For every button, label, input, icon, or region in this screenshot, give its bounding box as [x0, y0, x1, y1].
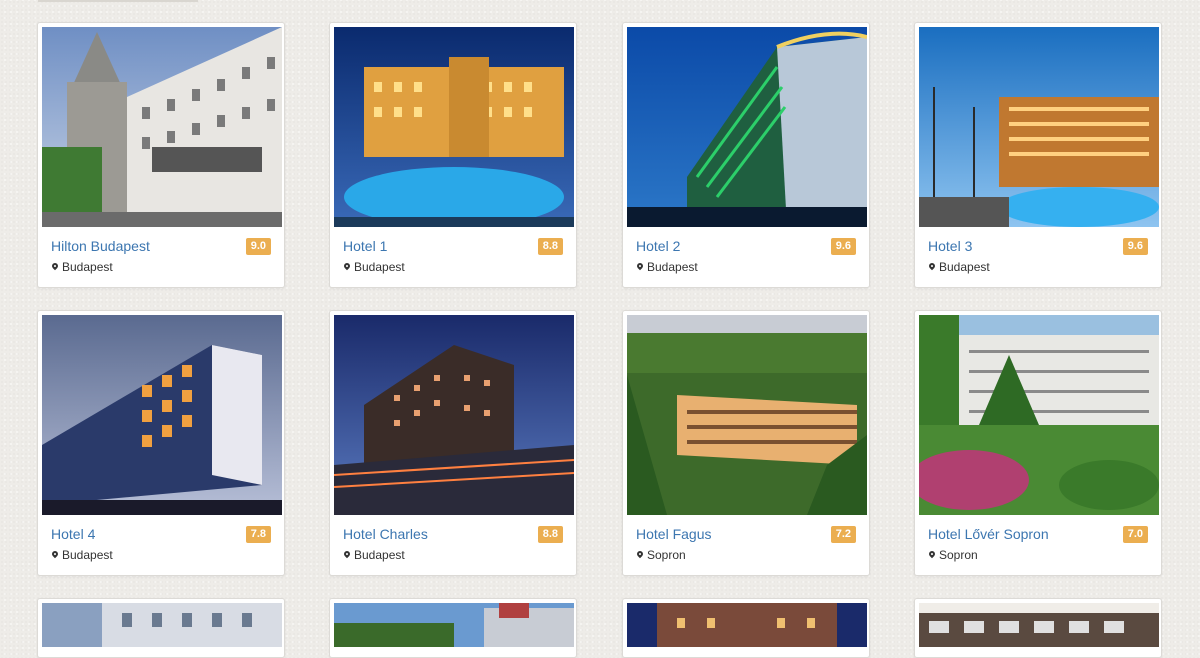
- hotel-name-link[interactable]: Hotel 4: [51, 526, 95, 542]
- hotel-grid: Hilton Budapest 9.0 Budapest Hotel 1 8.8: [0, 0, 1200, 658]
- rating-badge: 8.8: [537, 238, 563, 255]
- hotel-photo[interactable]: [919, 315, 1159, 515]
- hotel-card[interactable]: [914, 598, 1162, 658]
- hotel-card[interactable]: Hotel Fagus 7.2 Sopron: [622, 310, 870, 576]
- hotel-name-link[interactable]: Hotel 2: [636, 238, 680, 254]
- hotel-photo[interactable]: [627, 315, 867, 515]
- rating-badge: 9.6: [1122, 238, 1148, 255]
- map-marker-icon: [927, 549, 937, 559]
- hotel-photo[interactable]: [919, 27, 1159, 227]
- city-label: Budapest: [647, 260, 698, 274]
- hotel-card[interactable]: Hotel Lővér Sopron 7.0 Sopron: [914, 310, 1162, 576]
- hotel-location: Budapest: [342, 260, 405, 274]
- hotel-location: Budapest: [927, 260, 990, 274]
- hotel-photo-image: [42, 603, 282, 647]
- hotel-photo-image: [627, 315, 867, 515]
- hotel-card[interactable]: [622, 598, 870, 658]
- map-marker-icon: [635, 549, 645, 559]
- map-marker-icon: [50, 261, 60, 271]
- hotel-photo[interactable]: [919, 603, 1159, 647]
- rating-badge: 7.8: [245, 526, 271, 543]
- rating-badge: 7.0: [1122, 526, 1148, 543]
- hotel-location: Sopron: [635, 548, 686, 562]
- hotel-photo-image: [334, 315, 574, 515]
- map-marker-icon: [342, 549, 352, 559]
- rating-badge: 9.6: [830, 238, 856, 255]
- hotel-photo-image: [627, 603, 867, 647]
- hotel-photo-image: [334, 27, 574, 227]
- hotel-photo[interactable]: [627, 603, 867, 647]
- hotel-name-link[interactable]: Hotel Lővér Sopron: [928, 526, 1049, 542]
- hotel-photo-image: [919, 27, 1159, 227]
- hotel-photo[interactable]: [42, 603, 282, 647]
- city-label: Sopron: [939, 548, 978, 562]
- city-label: Budapest: [354, 548, 405, 562]
- hotel-name-link[interactable]: Hotel 1: [343, 238, 387, 254]
- hotel-name-link[interactable]: Hotel Fagus: [636, 526, 711, 542]
- hotel-location: Sopron: [927, 548, 978, 562]
- hotel-card[interactable]: Hotel 1 8.8 Budapest: [329, 22, 577, 288]
- hotel-location: Budapest: [50, 260, 113, 274]
- hotel-card[interactable]: Hotel 4 7.8 Budapest: [37, 310, 285, 576]
- city-label: Budapest: [939, 260, 990, 274]
- hotel-name-link[interactable]: Hotel Charles: [343, 526, 428, 542]
- hotel-card[interactable]: Hotel Charles 8.8 Budapest: [329, 310, 577, 576]
- hotel-card[interactable]: Hotel 2 9.6 Budapest: [622, 22, 870, 288]
- map-marker-icon: [927, 261, 937, 271]
- hotel-photo[interactable]: [334, 27, 574, 227]
- rating-badge: 9.0: [245, 238, 271, 255]
- hotel-photo-image: [627, 27, 867, 227]
- city-label: Sopron: [647, 548, 686, 562]
- map-marker-icon: [342, 261, 352, 271]
- hotel-photo-image: [919, 603, 1159, 647]
- hotel-card[interactable]: Hotel 3 9.6 Budapest: [914, 22, 1162, 288]
- hotel-location: Budapest: [342, 548, 405, 562]
- hotel-location: Budapest: [635, 260, 698, 274]
- hotel-card[interactable]: [37, 598, 285, 658]
- hotel-card[interactable]: [329, 598, 577, 658]
- hotel-photo-image: [42, 315, 282, 515]
- city-label: Budapest: [62, 548, 113, 562]
- city-label: Budapest: [354, 260, 405, 274]
- city-label: Budapest: [62, 260, 113, 274]
- hotel-photo-image: [42, 27, 282, 227]
- hotel-photo-image: [919, 315, 1159, 515]
- hotel-photo[interactable]: [334, 603, 574, 647]
- rating-badge: 7.2: [830, 526, 856, 543]
- rating-badge: 8.8: [537, 526, 563, 543]
- hotel-name-link[interactable]: Hilton Budapest: [51, 238, 150, 254]
- hotel-photo[interactable]: [627, 27, 867, 227]
- hotel-photo[interactable]: [42, 315, 282, 515]
- hotel-photo[interactable]: [42, 27, 282, 227]
- map-marker-icon: [50, 549, 60, 559]
- hotel-location: Budapest: [50, 548, 113, 562]
- map-marker-icon: [635, 261, 645, 271]
- hotel-photo[interactable]: [334, 315, 574, 515]
- hotel-card[interactable]: Hilton Budapest 9.0 Budapest: [37, 22, 285, 288]
- hotel-photo-image: [334, 603, 574, 647]
- hotel-name-link[interactable]: Hotel 3: [928, 238, 972, 254]
